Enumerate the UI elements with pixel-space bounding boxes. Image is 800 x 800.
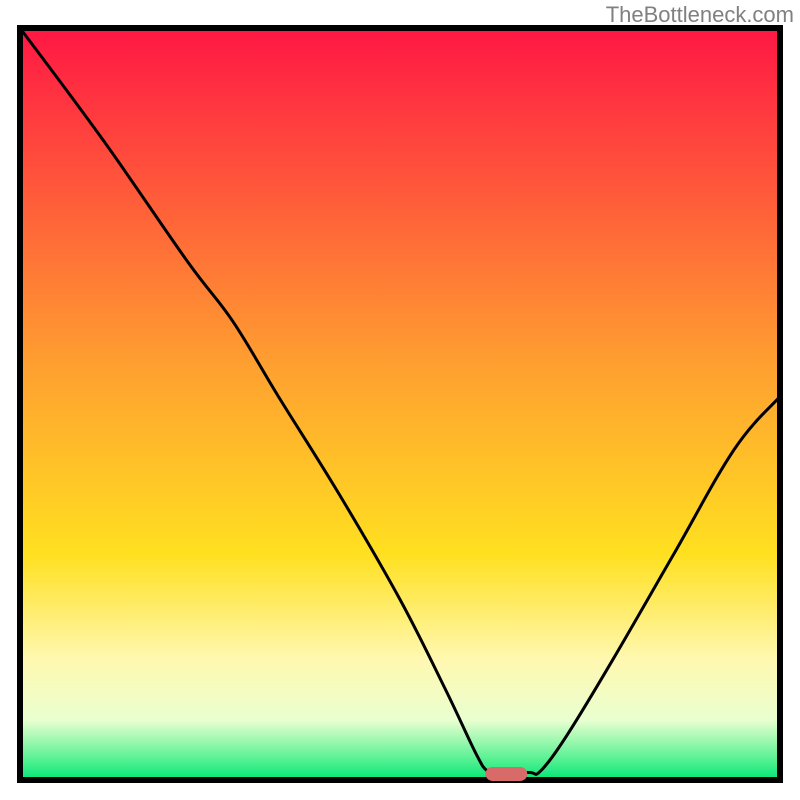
optimal-zone-marker xyxy=(486,767,528,781)
bottleneck-chart xyxy=(0,0,800,800)
watermark-text: TheBottleneck.com xyxy=(606,2,794,28)
gradient-background xyxy=(20,28,780,780)
chart-container: TheBottleneck.com xyxy=(0,0,800,800)
